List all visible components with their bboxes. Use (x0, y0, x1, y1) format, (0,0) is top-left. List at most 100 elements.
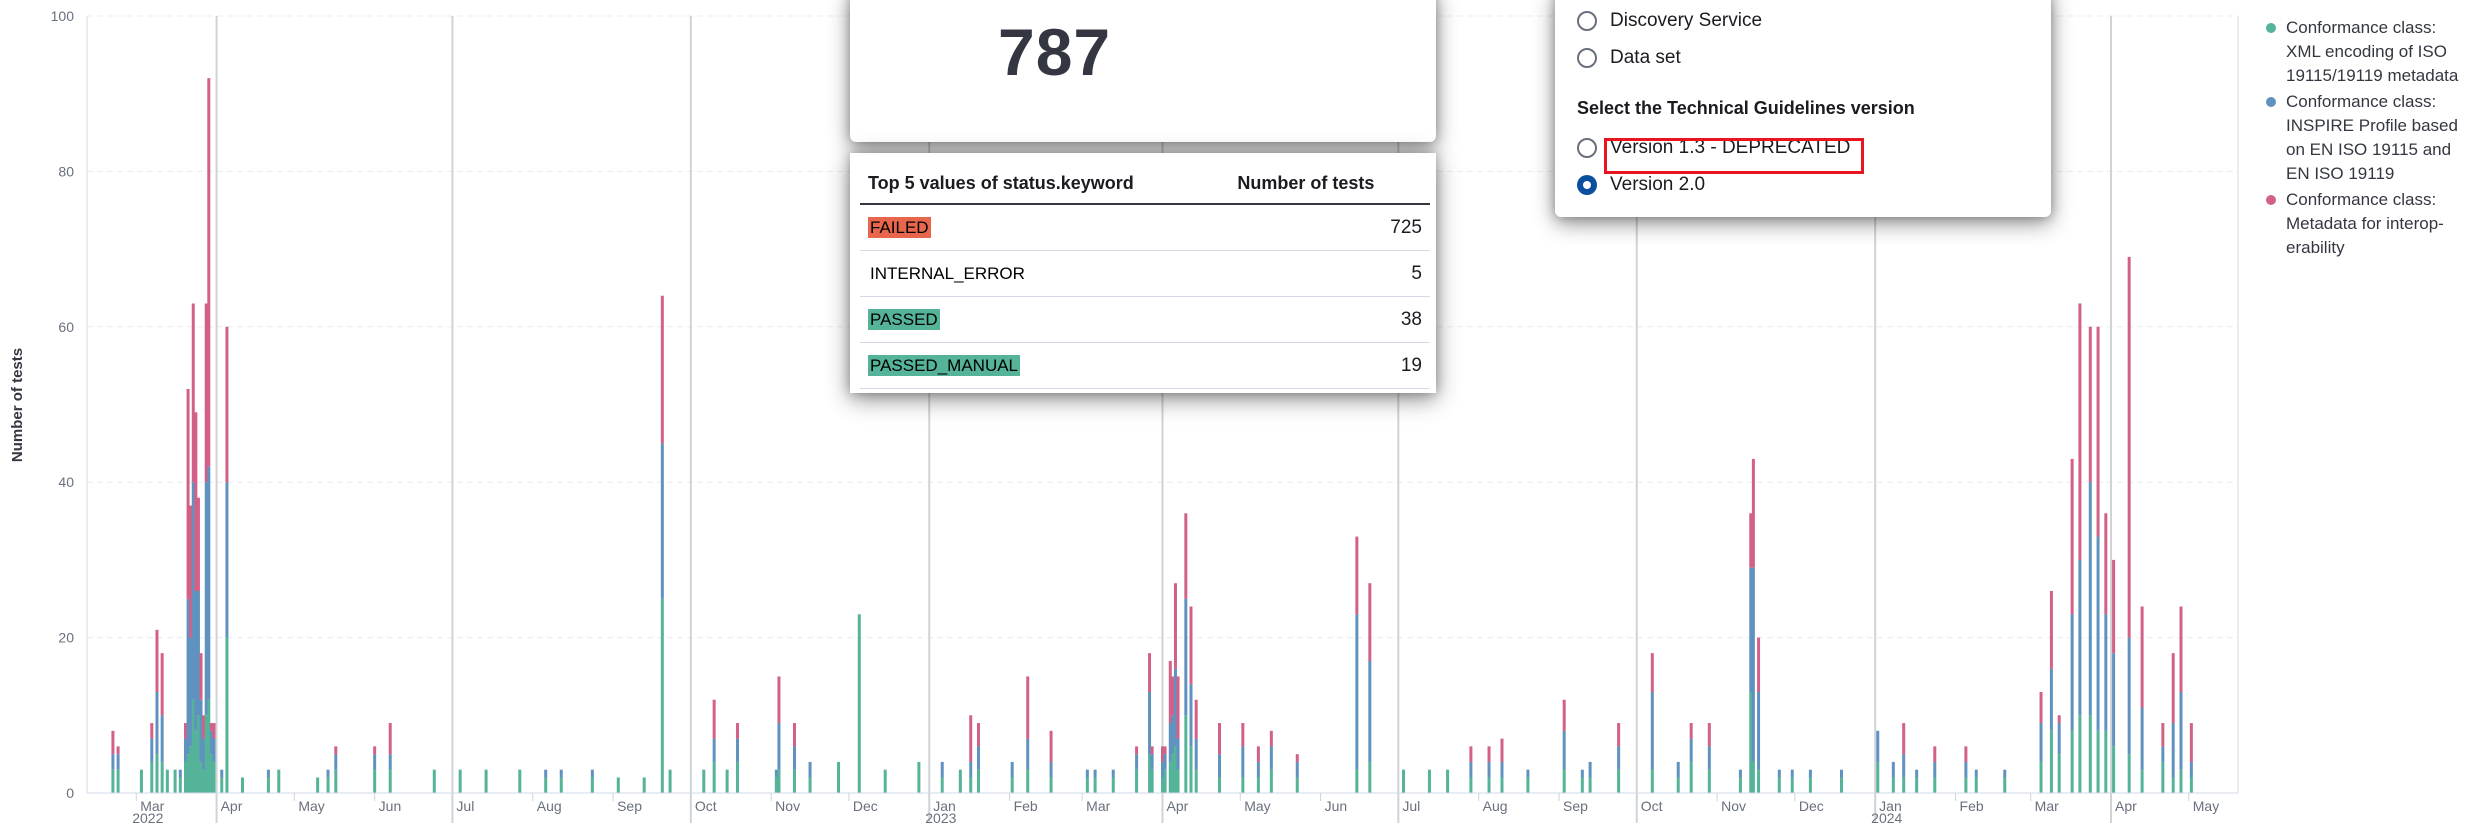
metric-value: 787 (998, 15, 1112, 89)
bar-segment (1163, 746, 1167, 755)
status-badge-failed[interactable]: FAILED (868, 217, 931, 238)
bar-segment (1933, 777, 1937, 793)
bar-segment (1189, 746, 1193, 793)
bar-segment (2096, 326, 2100, 537)
column-header-status[interactable]: Top 5 values of status.keyword (860, 165, 1230, 205)
bar-segment (1355, 536, 1359, 615)
radio-button[interactable] (1577, 138, 1597, 158)
bar-segment (2161, 746, 2165, 762)
bar-segment (212, 738, 216, 762)
bar-segment (1161, 746, 1164, 762)
radio-option-data-set[interactable]: Data set (1577, 47, 1681, 69)
legend-item-interoperability[interactable]: Conformance class: Metadata for interop-… (2262, 188, 2462, 260)
bar-segment (212, 723, 216, 739)
bar-segment (857, 614, 861, 793)
bar-segment (1876, 730, 1880, 762)
bar-segment (2127, 256, 2131, 638)
bar-segment (1469, 746, 1473, 762)
bar-segment (1176, 769, 1180, 793)
bar-segment (207, 699, 211, 793)
bar-segment (1749, 691, 1753, 793)
legend-label: Conformance class: (2286, 92, 2437, 111)
bar-segment (1487, 777, 1491, 793)
table-cell-count: 38 (1229, 296, 1430, 343)
bar-segment (1402, 769, 1406, 793)
bar-segment (2070, 614, 2074, 731)
radio-button[interactable] (1577, 48, 1597, 68)
bar-segment (1135, 754, 1139, 770)
bar-segment (1355, 769, 1359, 793)
bar-segment (209, 754, 213, 793)
bar-segment (266, 777, 270, 793)
x-tick-year-label: 2023 (925, 810, 956, 825)
bar-segment (2039, 723, 2043, 762)
top-values-panel: Top 5 values of status.keyword Number of… (850, 153, 1436, 393)
radio-option-version-2-0[interactable]: Version 2.0 (1577, 174, 1705, 196)
bar-segment (116, 754, 120, 770)
bar-segment (1487, 761, 1491, 778)
bar-segment (958, 769, 962, 793)
bar-segment (1269, 730, 1273, 747)
bar-segment (777, 676, 781, 724)
x-tick-label: May (2193, 798, 2219, 814)
legend-label: INSPIRE Profile based (2286, 116, 2458, 135)
bar-segment (1111, 777, 1115, 793)
legend-item-xml-encoding[interactable]: Conformance class: XML encoding of ISO 1… (2262, 16, 2462, 88)
bar-segment (1026, 738, 1030, 770)
bar-segment (1148, 754, 1152, 793)
bar-segment (1749, 567, 1753, 692)
bar-segment (1241, 746, 1245, 778)
bar-segment (2140, 606, 2144, 708)
bar-segment (559, 769, 563, 778)
bar-segment (2088, 326, 2092, 483)
bar-segment (976, 723, 980, 747)
bar-segment (976, 769, 980, 793)
bar-segment (160, 761, 164, 793)
bar-segment (590, 777, 594, 793)
bar-segment (1295, 761, 1299, 778)
bar-segment (1135, 746, 1139, 755)
bar-segment (1269, 746, 1273, 770)
x-tick-label: Dec (1799, 798, 1824, 814)
bar-segment (1749, 513, 1753, 568)
bar-segment (1689, 738, 1693, 762)
bar-segment (189, 746, 193, 793)
status-badge-passed[interactable]: PASSED (868, 309, 940, 330)
bar-segment (2161, 723, 2165, 747)
x-tick-label: Jul (1402, 798, 1420, 814)
highlight-box (1604, 138, 1864, 174)
x-tick-label: Aug (537, 798, 562, 814)
bar-segment (1171, 715, 1175, 755)
bar-segment (702, 769, 706, 793)
bar-segment (1751, 567, 1755, 762)
bar-segment (1010, 777, 1014, 793)
bar-segment (2127, 637, 2131, 755)
bar-segment (774, 777, 778, 793)
bar-segment (111, 769, 115, 793)
legend-item-inspire-profile[interactable]: Conformance class: INSPIRE Profile based… (2262, 90, 2462, 186)
bar-segment (792, 769, 796, 793)
bar-segment (199, 653, 203, 700)
bar-segment (196, 715, 200, 793)
table-cell-status: PASSED (860, 296, 1230, 343)
bar-segment (735, 723, 739, 739)
bar-segment (1617, 723, 1621, 747)
radio-option-discovery-service[interactable]: Discovery Service (1577, 10, 1762, 32)
bar-segment (1915, 769, 1919, 778)
y-tick-label: 20 (58, 630, 74, 646)
bar-segment (1085, 769, 1089, 778)
x-tick-label: Oct (1641, 798, 1663, 814)
status-badge-passed-manual[interactable]: PASSED_MANUAL (868, 355, 1021, 376)
bar-segment (160, 715, 164, 762)
radio-button[interactable] (1577, 11, 1597, 31)
x-tick-label: Apr (2115, 798, 2137, 814)
bar-segment (1010, 761, 1014, 778)
bar-segment (2057, 754, 2061, 793)
x-tick-label: Feb (1014, 798, 1038, 814)
status-badge-internal-error[interactable]: INTERNAL_ERROR (868, 263, 1027, 284)
bar-segment (1526, 777, 1530, 793)
radio-button-selected[interactable] (1577, 175, 1597, 195)
bar-segment (202, 769, 206, 793)
column-header-count[interactable]: Number of tests (1229, 165, 1430, 205)
bar-segment (1049, 777, 1053, 793)
